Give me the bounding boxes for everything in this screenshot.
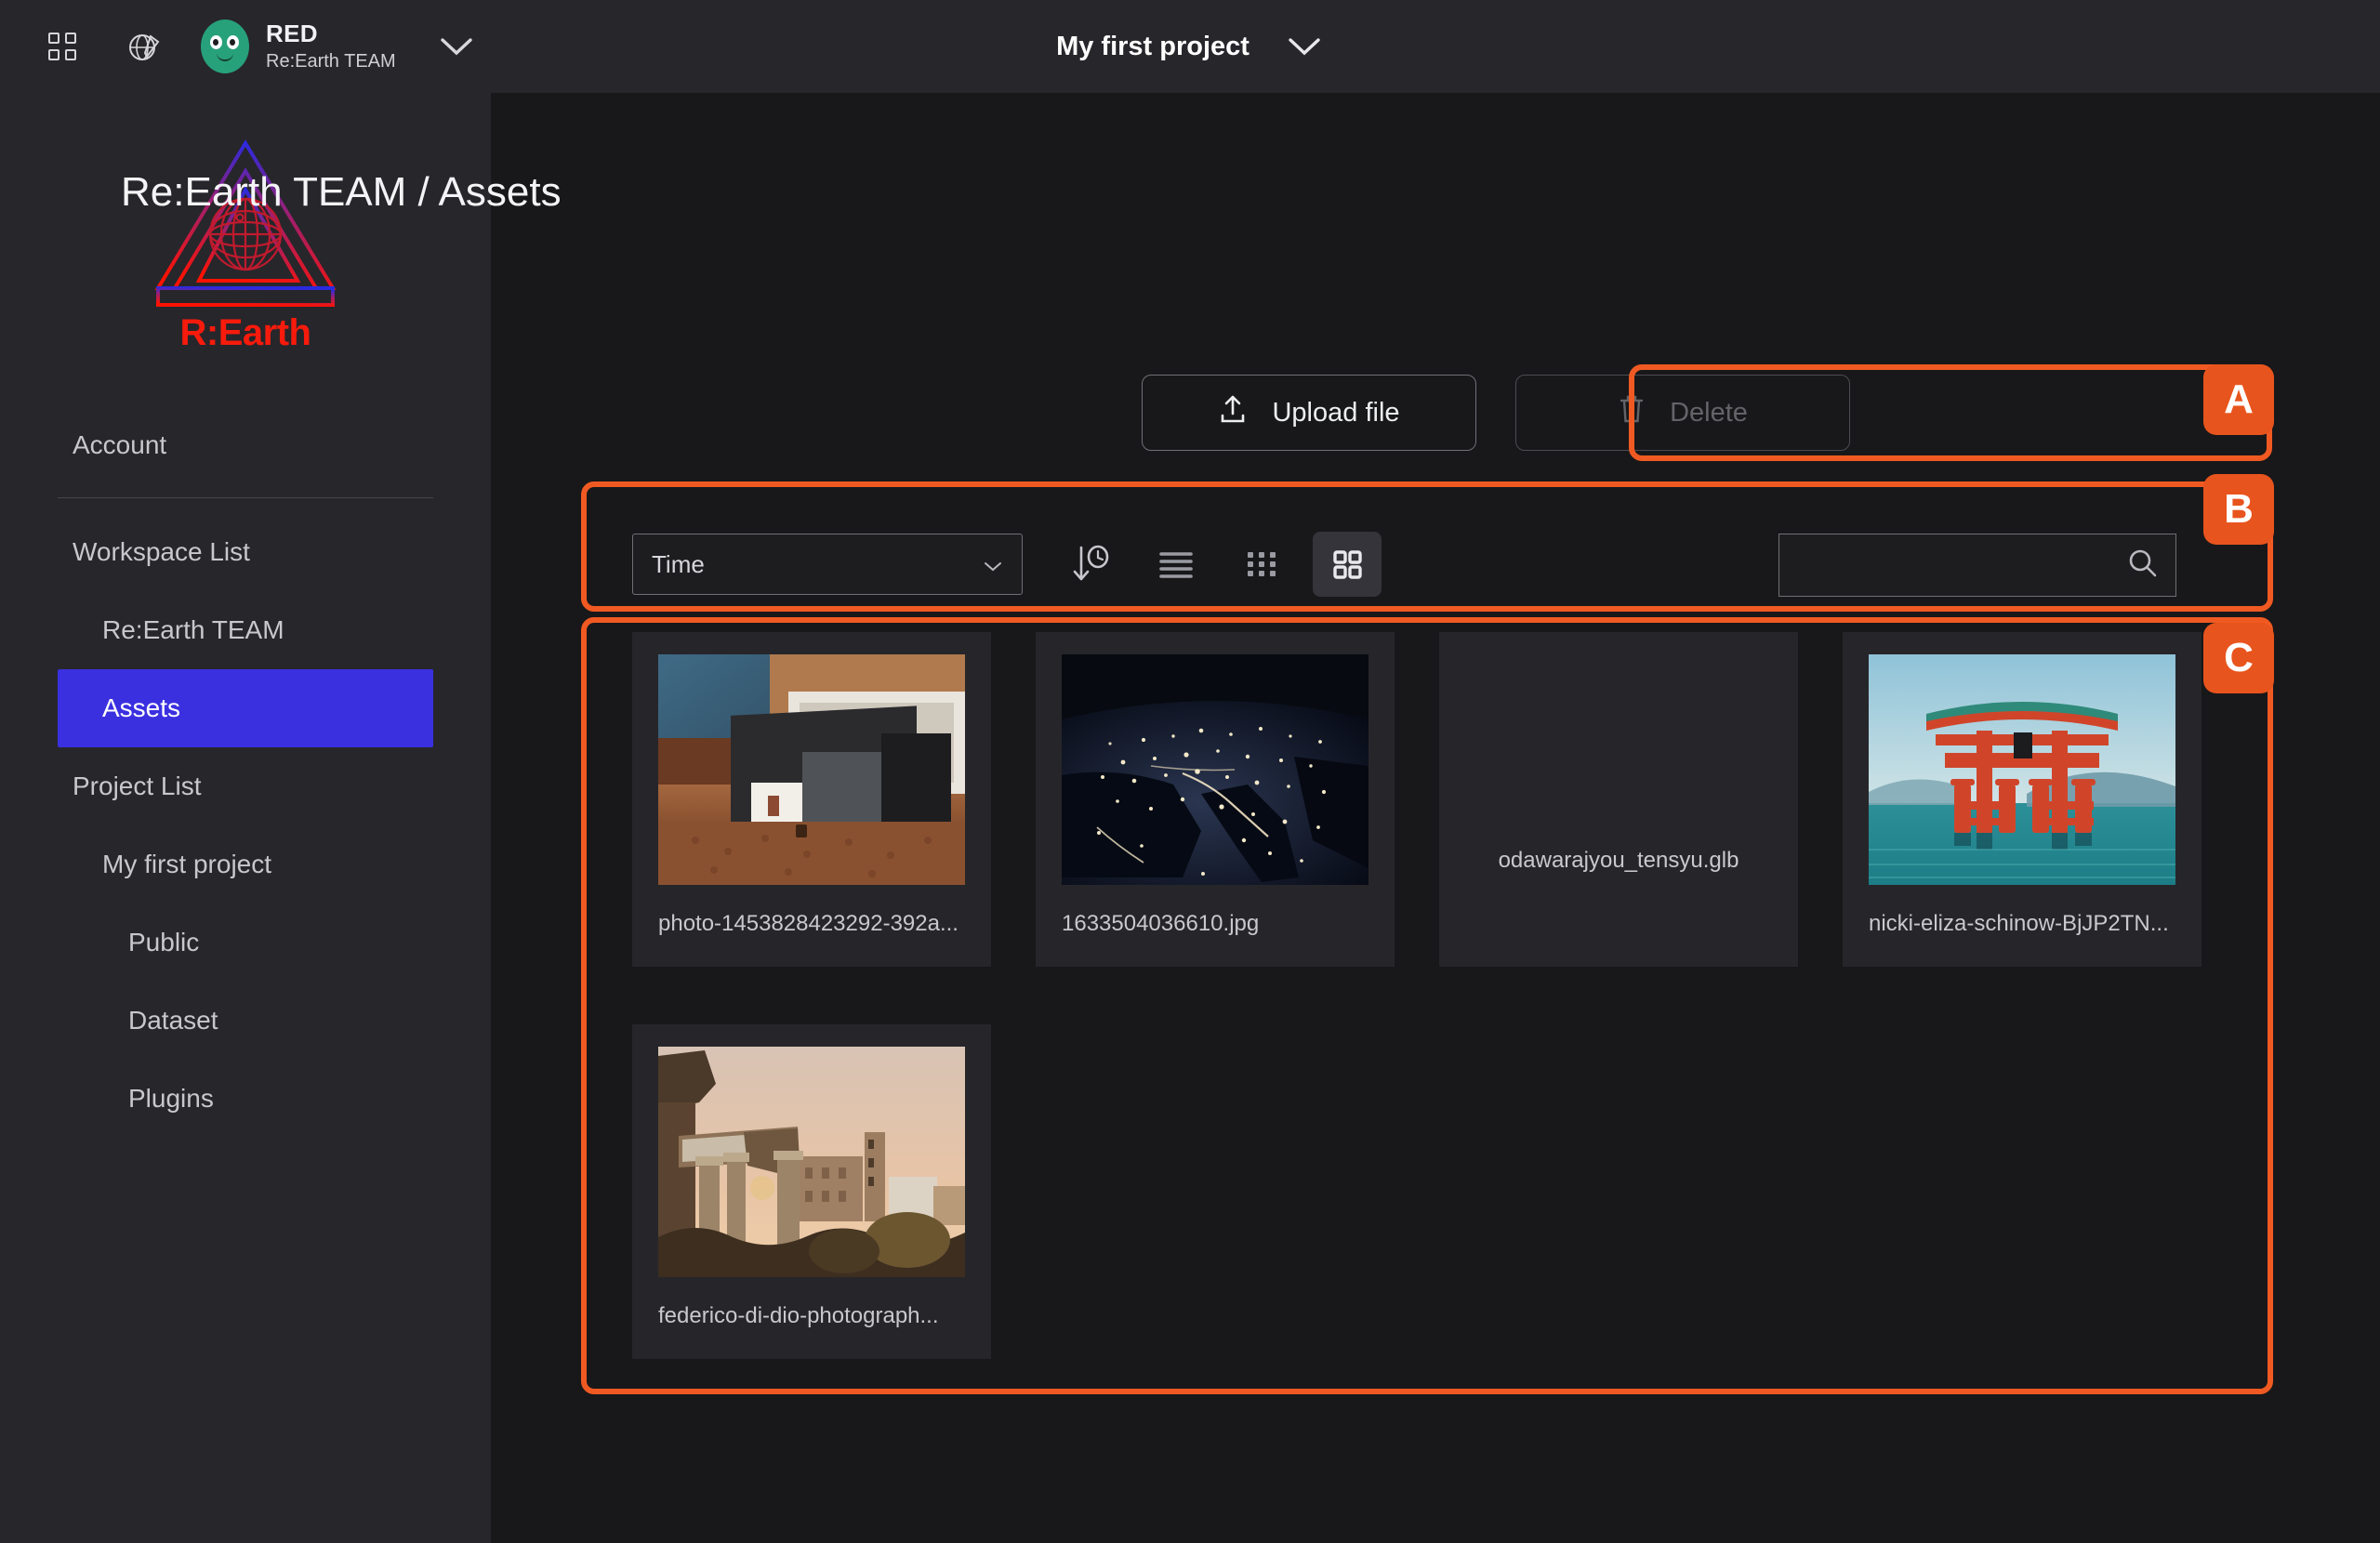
sort-field-value: Time: [652, 549, 705, 578]
sidebar-item-my-first-project[interactable]: My first project: [0, 825, 491, 903]
sort-field-select[interactable]: Time: [632, 534, 1023, 595]
sidebar-item-account[interactable]: Account: [0, 406, 491, 484]
grid-apps-icon[interactable]: [37, 21, 87, 72]
small-grid-view-icon[interactable]: [1227, 532, 1296, 597]
callout-badge-b: B: [2203, 474, 2274, 545]
sidebar-item-assets[interactable]: Assets: [58, 669, 433, 747]
trash-icon: [1618, 393, 1646, 432]
asset-thumbnail: [658, 654, 965, 885]
user-info[interactable]: RED Re:Earth TEAM: [266, 20, 396, 73]
search-input[interactable]: [1779, 552, 2125, 578]
sidebar-item-project-list[interactable]: Project List: [0, 747, 491, 825]
upload-icon: [1218, 393, 1248, 432]
page-title: Re:Earth TEAM / Assets: [121, 169, 562, 215]
large-grid-view-icon[interactable]: [1313, 532, 1382, 597]
sort-by-time-icon[interactable]: [1056, 532, 1125, 597]
workspace-chevron-down-icon[interactable]: [437, 34, 476, 59]
chevron-down-icon: [983, 550, 1003, 579]
asset-name: federico-di-dio-photograph...: [658, 1303, 939, 1328]
delete-button[interactable]: Delete: [1515, 375, 1850, 451]
asset-thumbnail: [658, 1047, 965, 1277]
delete-label: Delete: [1670, 397, 1748, 428]
sidebar: R:Earth Account Workspace List Re:Earth …: [0, 93, 491, 1543]
globe-pen-icon[interactable]: [119, 21, 169, 72]
asset-card[interactable]: 1633504036610.jpg: [1036, 632, 1395, 967]
project-chevron-down-icon[interactable]: [1285, 34, 1324, 59]
asset-thumbnail: [1869, 654, 2175, 885]
search-icon[interactable]: [2125, 546, 2161, 586]
app-window: RED Re:Earth TEAM My first project R:Ear…: [0, 0, 2380, 1543]
reearth-logo: R:Earth: [0, 93, 491, 354]
logo-wordmark: R:Earth: [179, 312, 311, 353]
project-title[interactable]: My first project: [1056, 32, 1250, 62]
list-view-icon[interactable]: [1142, 532, 1210, 597]
sidebar-divider: [58, 497, 433, 498]
sidebar-item-public[interactable]: Public: [0, 903, 491, 982]
sidebar-item-plugins[interactable]: Plugins: [0, 1060, 491, 1138]
avatar[interactable]: [201, 20, 249, 73]
asset-name: nicki-eliza-schinow-BjJP2TN...: [1869, 911, 2169, 936]
user-name: RED: [266, 20, 318, 48]
asset-actions: Upload file Delete: [1142, 375, 1850, 451]
asset-name: odawarajyou_tensyu.glb: [1498, 848, 1739, 873]
assets-grid: photo-1453828423292-392a... 163350403661…: [632, 632, 2306, 1359]
asset-name: photo-1453828423292-392a...: [658, 911, 959, 936]
asset-name: 1633504036610.jpg: [1062, 911, 1260, 936]
asset-card[interactable]: nicki-eliza-schinow-BjJP2TN...: [1843, 632, 2202, 967]
asset-card[interactable]: federico-di-dio-photograph...: [632, 1024, 991, 1359]
sidebar-item-dataset[interactable]: Dataset: [0, 982, 491, 1060]
user-team: Re:Earth TEAM: [266, 51, 396, 73]
callout-badge-a: A: [2203, 364, 2274, 435]
search-box[interactable]: [1778, 534, 2176, 597]
assets-toolbar: Time: [56, 508, 2176, 620]
asset-card[interactable]: odawarajyou_tensyu.glb: [1439, 632, 1798, 967]
callout-badge-c: C: [2203, 623, 2274, 693]
asset-card[interactable]: photo-1453828423292-392a...: [632, 632, 991, 967]
asset-thumbnail: [1062, 654, 1368, 885]
penrose-globe-logo-icon: [154, 139, 337, 307]
upload-file-button[interactable]: Upload file: [1142, 375, 1476, 451]
upload-file-label: Upload file: [1272, 397, 1400, 428]
